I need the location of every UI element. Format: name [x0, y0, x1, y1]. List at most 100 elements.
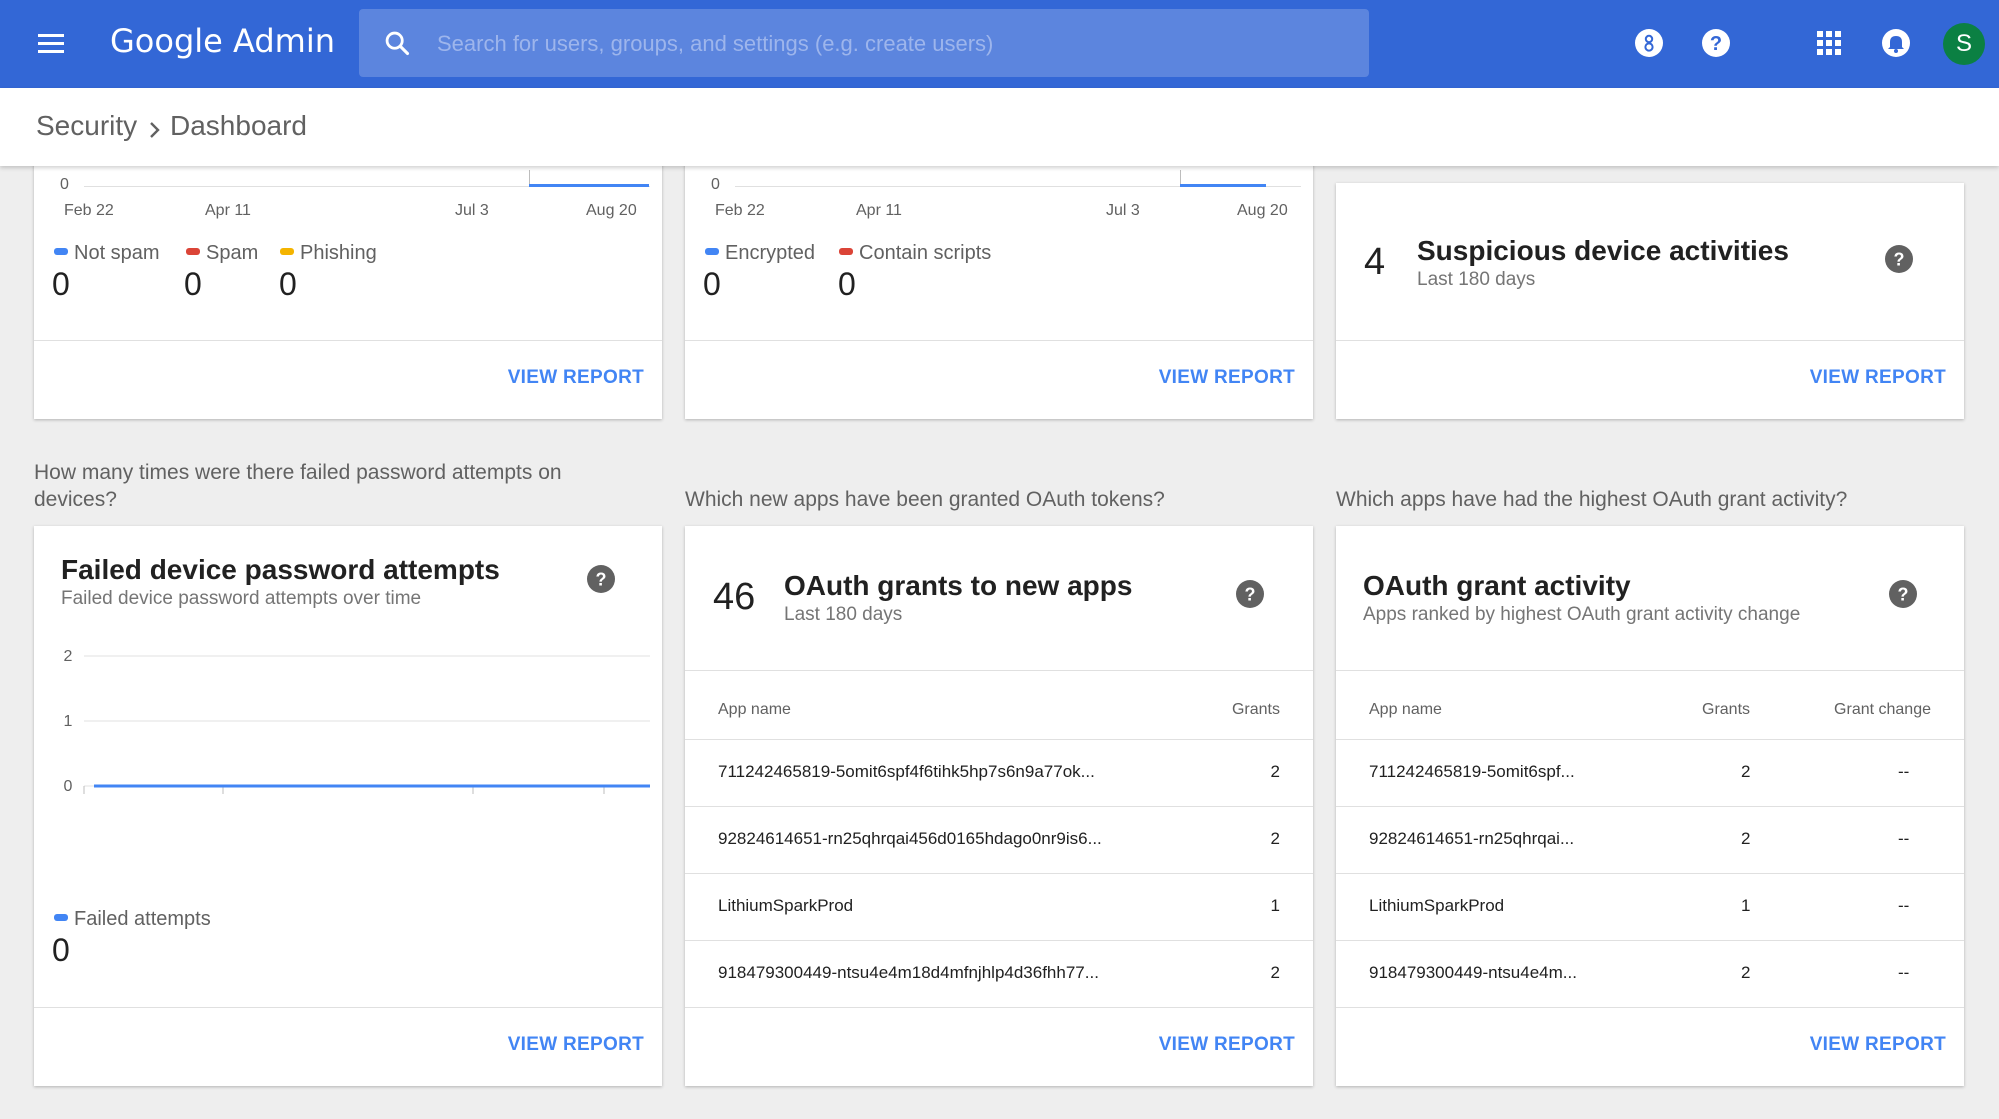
column-header-app-name: App name [718, 701, 791, 718]
breadcrumb: Security Dashboard [0, 88, 1999, 166]
encrypted-value: 0 [703, 266, 721, 302]
phishing-value: 0 [279, 266, 297, 302]
app-name-cell: 918479300449-ntsu4e4m18d4mfnjhlp4d36fhh7… [718, 963, 1099, 982]
contain-scripts-value: 0 [838, 266, 856, 302]
help-icon[interactable]: ? [1888, 579, 1918, 609]
grants-cell: 1 [1741, 896, 1751, 915]
grant-change-cell: -- [1898, 762, 1910, 781]
help-icon[interactable]: ? [1699, 26, 1733, 60]
x-tick-label: Jul 3 [1106, 202, 1140, 219]
table-row[interactable]: 711242465819-5omit6spf... 2 -- [1336, 739, 1964, 806]
card-title: Failed device password attempts [61, 554, 500, 585]
view-report-button[interactable]: VIEW REPORT [1159, 1034, 1295, 1056]
legend-phishing: Phishing [280, 242, 377, 265]
table-row[interactable]: LithiumSparkProd 1 [685, 873, 1313, 940]
main-menu-icon[interactable] [34, 28, 68, 60]
section-question: Which new apps have been granted OAuth t… [685, 488, 1165, 511]
table-row[interactable]: 92824614651-rn25qhrqai... 2 -- [1336, 806, 1964, 873]
card-title: OAuth grants to new apps [784, 570, 1133, 601]
legend-swatch [839, 248, 853, 256]
breadcrumb-security[interactable]: Security [36, 110, 137, 142]
legend-swatch [280, 248, 294, 256]
card-title: Suspicious device activities [1417, 235, 1789, 266]
legend-encrypted: Encrypted [705, 242, 815, 265]
card-title: OAuth grant activity [1363, 570, 1631, 601]
app-name-cell: 92824614651-rn25qhrqai... [1369, 829, 1575, 848]
app-name-cell: 711242465819-5omit6spf... [1369, 762, 1575, 781]
search-icon[interactable] [383, 29, 411, 57]
legend-swatch [705, 248, 719, 256]
column-header-grants: Grants [1231, 701, 1280, 718]
divider [1336, 670, 1964, 671]
y-tick-label: 0 [64, 778, 73, 795]
card-subtitle: Failed device password attempts over tim… [61, 588, 422, 609]
card-footer: VIEW REPORT [1336, 340, 1964, 419]
svg-text:?: ? [1894, 250, 1905, 270]
table-row[interactable]: 711242465819-5omit6spf4f6tihk5hp7s6n9a77… [685, 739, 1313, 806]
notifications-icon[interactable] [1879, 26, 1913, 60]
account-avatar[interactable]: S [1943, 23, 1985, 65]
grants-cell: 2 [1270, 829, 1280, 848]
card-subtitle: Last 180 days [1417, 269, 1536, 290]
section-question: How many times were there failed passwor… [34, 461, 562, 511]
breadcrumb-dashboard: Dashboard [170, 110, 307, 141]
view-report-button[interactable]: VIEW REPORT [508, 367, 644, 389]
apps-grid-icon[interactable] [1812, 26, 1846, 60]
card-footer: VIEW REPORT [685, 1007, 1313, 1086]
series-line [1180, 184, 1266, 187]
series-line [529, 184, 649, 187]
grants-cell: 2 [1270, 762, 1280, 781]
x-tick-label: Aug 20 [586, 202, 637, 219]
svg-text:?: ? [596, 570, 607, 590]
legend-not-spam: Not spam [54, 242, 160, 265]
x-tick-label: Feb 22 [715, 202, 765, 219]
grant-change-cell: -- [1898, 963, 1910, 982]
oauth-new-apps-card: 46 OAuth grants to new apps Last 180 day… [685, 526, 1313, 1086]
grant-change-cell: -- [1898, 829, 1910, 848]
view-report-button[interactable]: VIEW REPORT [1810, 1034, 1946, 1056]
legend-contain-scripts: Contain scripts [839, 242, 991, 265]
y-tick-label: 1 [64, 713, 73, 730]
card-footer: VIEW REPORT [34, 1007, 662, 1086]
oauth-grant-activity-card: OAuth grant activity Apps ranked by high… [1336, 526, 1964, 1086]
card-subtitle: Last 180 days [784, 604, 903, 625]
suspicious-count: 4 [1364, 241, 1386, 283]
failed-attempts-chart: 0 1 2 Feb 22 Apr 11 Jul 3 Aug 20 [63, 648, 650, 806]
grant-change-cell: -- [1898, 896, 1910, 915]
help-icon[interactable]: ? [1884, 244, 1914, 274]
legend-failed-attempts: Failed attempts [54, 908, 211, 931]
chevron-right-icon [150, 122, 160, 138]
failed-password-attempts-card: Failed device password attempts Failed d… [34, 526, 662, 1086]
table-row[interactable]: 918479300449-ntsu4e4m18d4mfnjhlp4d36fhh7… [685, 940, 1313, 1007]
svg-text:?: ? [1245, 585, 1256, 605]
support-badge-icon[interactable] [1632, 26, 1666, 60]
app-name-cell: 711242465819-5omit6spf4f6tihk5hp7s6n9a77… [718, 762, 1095, 781]
app-name-cell: LithiumSparkProd [1369, 896, 1505, 915]
failed-attempts-value: 0 [52, 932, 70, 968]
table-row[interactable]: LithiumSparkProd 1 -- [1336, 873, 1964, 940]
legend-swatch [186, 248, 200, 256]
top-app-bar: Google Admin ? S [0, 0, 1999, 88]
spam-value: 0 [184, 266, 202, 302]
search-input[interactable] [435, 23, 1339, 65]
help-icon[interactable]: ? [1235, 579, 1265, 609]
x-tick-label: Jul 3 [456, 805, 490, 806]
suspicious-device-activities-card: 4 Suspicious device activities Last 180 … [1336, 183, 1964, 419]
view-report-button[interactable]: VIEW REPORT [1810, 367, 1946, 389]
oauth-grants-count: 46 [713, 576, 756, 618]
x-tick-label: Aug 20 [1237, 202, 1288, 219]
search-box[interactable] [359, 9, 1369, 77]
google-admin-logo[interactable]: Google Admin [110, 22, 335, 60]
help-icon[interactable]: ? [586, 564, 616, 594]
legend-spam: Spam [186, 242, 258, 265]
card-subtitle: Apps ranked by highest OAuth grant activ… [1363, 604, 1801, 625]
column-header-grants: Grants [1702, 701, 1751, 718]
x-tick-label: Feb 22 [64, 202, 114, 219]
table-row[interactable]: 918479300449-ntsu4e4m... 2 -- [1336, 940, 1964, 1007]
grants-cell: 1 [1270, 896, 1280, 915]
card-footer: VIEW REPORT [1336, 1007, 1964, 1086]
view-report-button[interactable]: VIEW REPORT [1159, 367, 1295, 389]
view-report-button[interactable]: VIEW REPORT [508, 1034, 644, 1056]
table-row[interactable]: 92824614651-rn25qhrqai456d0165hdago0nr9i… [685, 806, 1313, 873]
column-header-grant-change: Grant change [1834, 701, 1931, 718]
